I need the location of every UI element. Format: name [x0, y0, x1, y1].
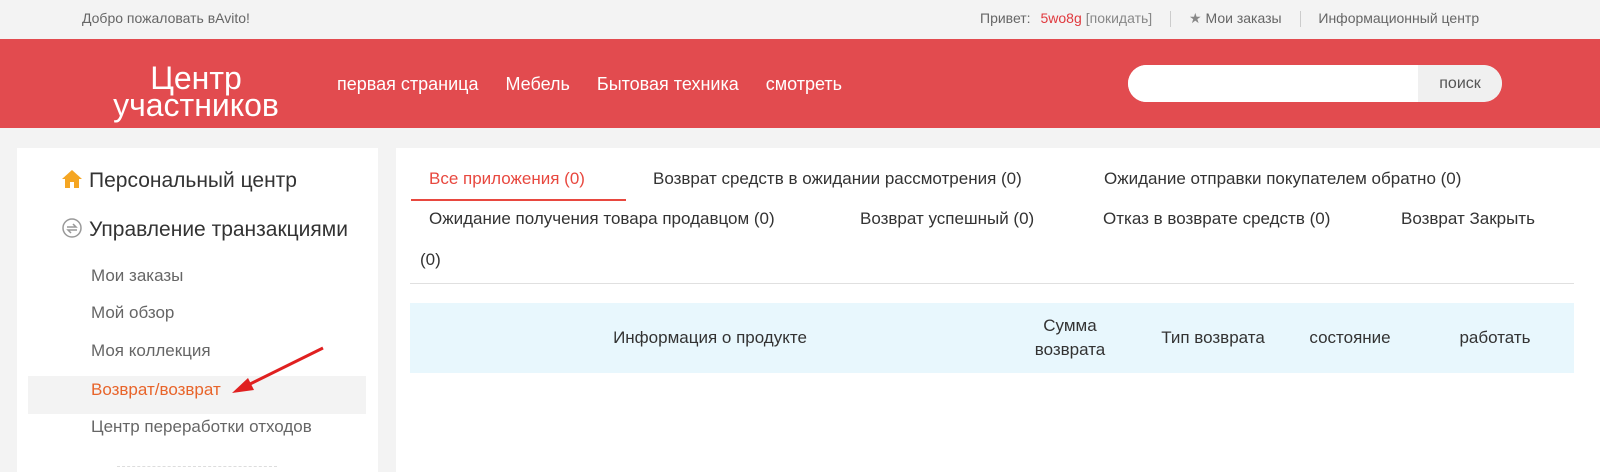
search-box: поиск [1128, 65, 1502, 102]
home-icon [62, 170, 82, 188]
my-orders-link[interactable]: Мои заказы [1206, 10, 1282, 26]
personal-center-heading[interactable]: Персональный центр [61, 168, 297, 193]
exchange-icon [62, 218, 82, 238]
nav-furniture[interactable]: Мебель [505, 74, 569, 94]
greeting-label: Привет: [980, 10, 1031, 26]
column-header-refund-amount: Сумма возврата [1034, 316, 1106, 359]
welcome-text: Добро пожаловать вAvito! [82, 10, 250, 26]
divider [1170, 11, 1172, 28]
sidebar-item-recycling-center[interactable]: Центр переработки отходов [91, 417, 312, 437]
tab-awaiting-seller-receipt[interactable]: Ожидание получения товара продавцом (0) [429, 209, 775, 229]
table-header: Информация о продукте Сумма возврата Тип… [410, 303, 1574, 373]
column-header-product-info: Информация о продукте [613, 328, 807, 347]
nav-appliances[interactable]: Бытовая техника [597, 74, 739, 94]
search-input[interactable] [1128, 65, 1416, 102]
tab-awaiting-buyer-shipment[interactable]: Ожидание отправки покупателем обратно (0… [1104, 169, 1461, 189]
active-tab-underline [411, 199, 626, 201]
tab-all-applications[interactable]: Все приложения (0) [429, 169, 585, 189]
tab-pending-review[interactable]: Возврат средств в ожидании рассмотрения … [653, 169, 1022, 189]
sidebar-item-my-review[interactable]: Мой обзор [91, 303, 174, 323]
tab-refund-rejected[interactable]: Отказ в возврате средств (0) [1103, 209, 1330, 229]
sidebar-item-my-orders[interactable]: Мои заказы [91, 266, 183, 286]
star-icon: ★ [1188, 10, 1202, 26]
sidebar-item-my-collection[interactable]: Моя коллекция [91, 341, 211, 361]
search-button[interactable]: поиск [1418, 65, 1502, 102]
transactions-heading[interactable]: Управление транзакциями [61, 217, 348, 242]
username-link[interactable]: 5wo8g [1040, 10, 1081, 26]
sidebar-item-returns[interactable]: Возврат/возврат [91, 380, 221, 400]
transactions-label: Управление транзакциями [89, 218, 348, 241]
logout-link[interactable]: [покидать] [1086, 10, 1152, 26]
sidebar: Персональный центр Управление транзакция… [17, 148, 378, 472]
column-header-actions: работать [1459, 328, 1531, 347]
main-nav: первая страница Мебель Бытовая техника смот… [337, 74, 869, 95]
tab-return-closed-count[interactable]: (0) [420, 250, 441, 270]
info-center-link[interactable]: Информационный центр [1318, 10, 1479, 26]
main-content: Все приложения (0) Возврат средств в ожи… [396, 148, 1600, 472]
tab-return-successful[interactable]: Возврат успешный (0) [860, 209, 1034, 229]
divider [117, 466, 277, 467]
top-bar-right: Привет: 5wo8g [покидать] ★ Мои заказы Инфо… [980, 10, 1479, 28]
column-header-status: состояние [1309, 328, 1391, 347]
tab-return-closed[interactable]: Возврат Закрыть [1401, 209, 1535, 229]
top-bar: Добро пожаловать вAvito! Привет: 5wo8g [п… [0, 0, 1600, 38]
tabs-divider [410, 283, 1574, 284]
logo-line-2: участников [113, 87, 279, 123]
nav-home[interactable]: первая страница [337, 74, 478, 94]
logo[interactable]: Центр участников [100, 62, 292, 123]
column-header-return-type: Тип возврата [1161, 328, 1265, 347]
divider [1299, 11, 1301, 28]
nav-view[interactable]: смотреть [766, 74, 842, 94]
header: Центр участников первая страница Мебель Бы… [0, 39, 1600, 128]
personal-center-label: Персональный центр [89, 169, 297, 192]
